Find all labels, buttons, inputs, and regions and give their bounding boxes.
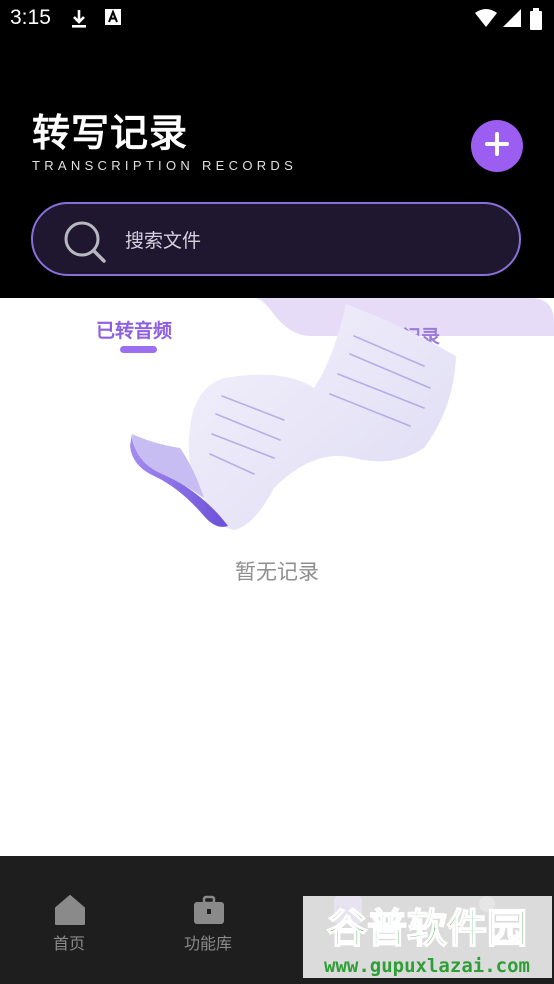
nav-label-feature-library: 功能库 [183,934,232,953]
header: 转写记录 TRANSCRIPTION RECORDS [0,38,554,298]
document-scroll-illustration [130,304,456,530]
search-icon [63,220,107,268]
watermark-url: www.gupuxlazai.com [324,955,530,977]
empty-state-message: 暂无记录 [235,560,319,584]
add-button[interactable] [471,120,523,172]
watermark-name: 谷普软件园 [327,906,527,952]
status-time: 3:15 [10,6,51,29]
nav-item-home[interactable]: 首页 [9,856,129,984]
plus-icon [484,131,510,161]
nav-label-home: 首页 [52,934,85,953]
page-subtitle: TRANSCRIPTION RECORDS [32,158,298,173]
wifi-icon [475,8,497,32]
download-icon [68,8,90,34]
home-icon [54,894,86,930]
watermark: 谷普软件园 www.gupuxlazai.com [303,896,552,978]
content-panel: 已转音频 转写记录 暂无记 [0,298,554,856]
search-input[interactable] [123,224,487,258]
status-bar: 3:15 [0,0,554,38]
search-box[interactable] [31,202,521,276]
battery-icon [530,8,542,34]
font-a-icon [104,8,122,30]
nav-item-feature-library[interactable]: 功能库 [148,856,268,984]
page-title: 转写记录 [32,111,189,155]
signal-icon [502,8,522,32]
briefcase-icon [193,894,225,930]
watermark-logo: 谷普软件园 www.gupuxlazai.com [324,905,530,977]
